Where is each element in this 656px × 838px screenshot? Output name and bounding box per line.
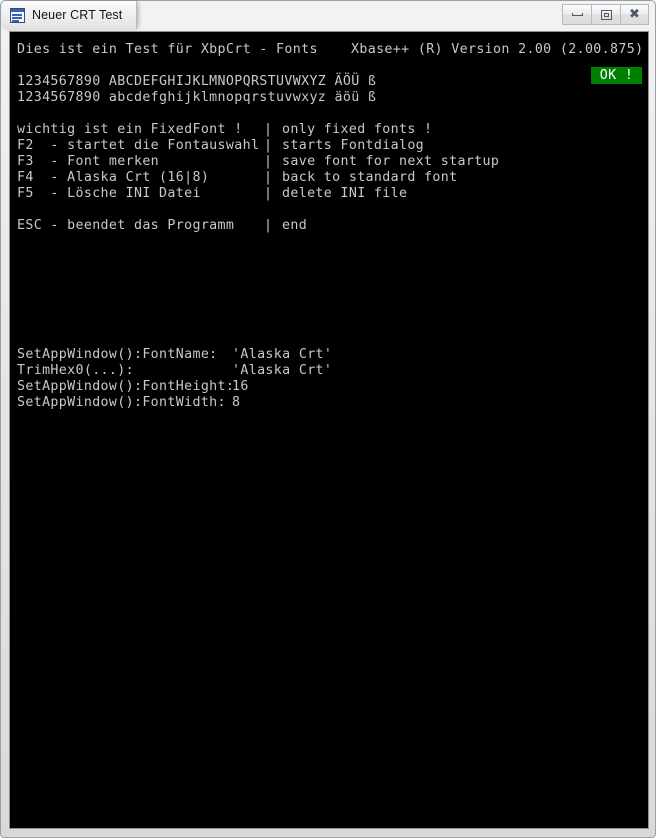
- help-row-separator-1: |: [264, 138, 273, 153]
- console-frame: Dies ist ein Test für XbpCrt - Fonts Xba…: [9, 31, 649, 829]
- help-row-right-0: only fixed fonts !: [282, 122, 433, 137]
- status-label-1: TrimHex0(...):: [17, 363, 134, 378]
- minimize-button[interactable]: [562, 4, 591, 25]
- help-row-left-2: F3 - Font merken: [17, 154, 160, 169]
- status-label-0: SetAppWindow():FontName:: [17, 347, 218, 362]
- console-header-left: Dies ist ein Test für XbpCrt - Fonts: [17, 42, 318, 57]
- help-row-left-4: F5 - Lösche INI Datei: [17, 186, 201, 201]
- console-header-right: Xbase++ (R) Version 2.00 (2.00.875): [351, 42, 644, 57]
- status-label-3: SetAppWindow():FontWidth:: [17, 395, 226, 410]
- exit-row-right: end: [282, 218, 308, 233]
- maximize-icon: [600, 9, 612, 20]
- exit-row-separator: |: [264, 218, 273, 233]
- help-row-right-4: delete INI file: [282, 186, 408, 201]
- help-row-left-0: wichtig ist ein FixedFont !: [17, 122, 243, 137]
- status-value-2: 16: [232, 379, 249, 394]
- maximize-button[interactable]: [591, 4, 620, 25]
- help-row-separator-2: |: [264, 154, 273, 169]
- help-row-right-2: save font for next startup: [282, 154, 500, 169]
- window-document-icon: [10, 7, 25, 23]
- minimize-icon: [571, 13, 583, 16]
- status-value-3: 8: [232, 395, 241, 410]
- status-badge: OK !: [591, 67, 642, 84]
- status-value-0: 'Alaska Crt': [232, 347, 333, 362]
- window-title-text: Neuer CRT Test: [32, 8, 123, 22]
- help-row-left-3: F4 - Alaska Crt (16|8): [17, 170, 210, 185]
- help-row-right-1: starts Fontdialog: [282, 138, 425, 153]
- help-row-left-1: F2 - startet die Fontauswahl: [17, 138, 260, 153]
- console-screen[interactable]: Dies ist ein Test für XbpCrt - Fonts Xba…: [10, 32, 648, 828]
- title-bar[interactable]: Neuer CRT Test ✖: [1, 1, 655, 29]
- help-row-separator-0: |: [264, 122, 273, 137]
- close-button[interactable]: ✖: [620, 4, 649, 25]
- console-charset-upper: 1234567890 ABCDEFGHIJKLMNOPQRSTUVWXYZ ÄÖ…: [17, 74, 377, 89]
- window-title-tab[interactable]: Neuer CRT Test: [2, 1, 138, 29]
- help-row-right-3: back to standard font: [282, 170, 458, 185]
- close-icon: ✖: [629, 7, 640, 22]
- status-value-1: 'Alaska Crt': [232, 363, 333, 378]
- window-controls: ✖: [562, 4, 649, 25]
- console-charset-lower: 1234567890 abcdefghijklmnopqrstuvwxyz äö…: [17, 90, 377, 105]
- help-row-separator-4: |: [264, 186, 273, 201]
- application-window: Neuer CRT Test ✖ Dies ist ein Test für X…: [0, 0, 656, 838]
- exit-row-left: ESC - beendet das Programm: [17, 218, 235, 233]
- status-label-2: SetAppWindow():FontHeight:: [17, 379, 235, 394]
- help-row-separator-3: |: [264, 170, 273, 185]
